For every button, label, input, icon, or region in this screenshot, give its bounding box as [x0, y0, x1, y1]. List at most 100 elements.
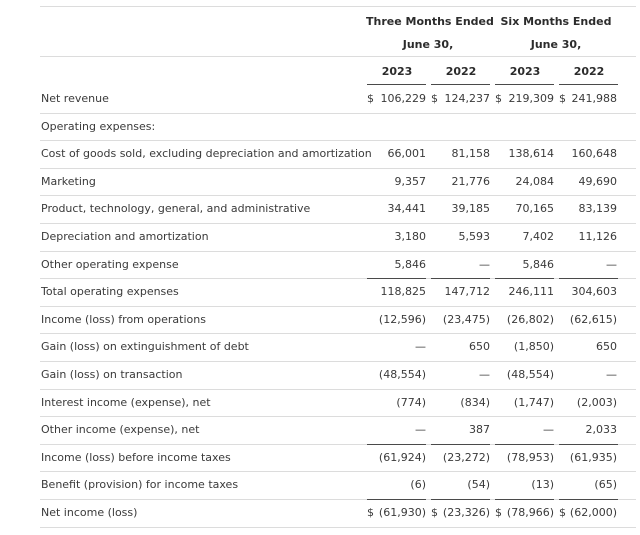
row-label: Income (loss) before income taxes	[41, 450, 231, 464]
currency-symbol: $	[495, 506, 502, 519]
value-cell: —	[543, 423, 554, 437]
table-row: Income (loss) before income taxes (61,924…	[0, 444, 640, 471]
value-cell: 83,139	[578, 202, 618, 216]
value-cell: (1,747)	[513, 395, 554, 409]
header-rule	[40, 56, 636, 57]
value-cell: 49,690	[578, 174, 618, 188]
currency-symbol: $	[431, 506, 438, 519]
subtotal-rule	[559, 443, 618, 445]
row-label: Marketing	[41, 174, 96, 188]
value-cell: (774)	[396, 395, 426, 409]
year-header: 2023	[381, 65, 413, 78]
row-label: Interest income (expense), net	[41, 395, 211, 409]
row-label: Net income (loss)	[41, 506, 138, 519]
value-cell: 7,402	[522, 230, 555, 243]
value-cell: (12,596)	[378, 312, 426, 326]
value-cell: (54)	[467, 478, 490, 492]
value-cell: 70,165	[515, 202, 555, 216]
value-cell: —	[415, 423, 426, 437]
value-cell: 5,846	[522, 257, 555, 271]
value-cell: —	[479, 368, 490, 381]
value-cell: 650	[469, 340, 490, 354]
row-label: Income (loss) from operations	[41, 312, 206, 326]
value-cell: —	[606, 257, 617, 271]
row-label: Operating expenses:	[41, 119, 156, 133]
row-label: Gain (loss) on transaction	[41, 368, 183, 381]
value-cell: (1,850)	[513, 340, 554, 354]
currency-symbol: $	[559, 92, 566, 105]
value-cell: 39,185	[451, 202, 491, 216]
subtotal-rule	[495, 278, 554, 280]
subtotal-rule	[431, 278, 490, 280]
value-cell: 9,357	[394, 174, 427, 188]
value-cell: (6)	[410, 478, 426, 492]
currency-symbol: $	[431, 92, 438, 105]
value-cell: 304,603	[571, 285, 618, 299]
value-cell: 160,648	[571, 147, 618, 161]
value-cell: 34,441	[387, 202, 427, 216]
subtotal-rule	[431, 499, 490, 500]
subtotal-rule	[559, 499, 618, 500]
row-label: Cost of goods sold, excluding depreciati…	[41, 147, 372, 161]
value-cell: 11,126	[578, 230, 618, 243]
value-cell: —	[415, 340, 426, 354]
year-header: 2022	[573, 65, 605, 78]
value-cell: (23,475)	[442, 312, 490, 326]
table-row: Other operating expense 5,846 — 5,846 —	[0, 251, 640, 278]
three-months-subheader: June 30,	[402, 38, 454, 51]
row-label: Depreciation and amortization	[41, 230, 209, 243]
table-row: Other income (expense), net — 387 — 2,033	[0, 416, 640, 443]
table-row: Benefit (provision) for income taxes (6) (…	[0, 471, 640, 498]
value-cell: (61,930)	[378, 506, 426, 519]
value-cell: (61,935)	[569, 450, 617, 464]
value-cell: 118,825	[380, 285, 427, 299]
row-label: Other operating expense	[41, 257, 179, 271]
value-cell: 387	[469, 423, 490, 437]
subtotal-rule	[431, 443, 490, 445]
value-cell: 124,237	[444, 92, 491, 105]
subtotal-rule	[367, 499, 426, 500]
subtotal-rule	[367, 443, 426, 445]
value-cell: 3,180	[394, 230, 427, 243]
three-months-header: Three Months Ended	[366, 15, 494, 28]
value-cell: (48,554)	[378, 368, 426, 381]
row-divider	[40, 526, 636, 528]
value-cell: 650	[596, 340, 617, 354]
row-label: Other income (expense), net	[41, 423, 200, 437]
value-cell: 106,229	[380, 92, 427, 105]
value-cell: 21,776	[451, 174, 491, 188]
currency-symbol: $	[367, 506, 374, 519]
subtotal-rule	[367, 278, 426, 280]
row-label: Total operating expenses	[41, 285, 179, 299]
table-row: Gain (loss) on extinguishment of debt — 65…	[0, 333, 640, 360]
table-row: Cost of goods sold, excluding depreciati…	[0, 140, 640, 167]
table-top-rule	[40, 6, 636, 7]
value-cell: (61,924)	[378, 450, 426, 464]
value-cell: (78,966)	[506, 506, 554, 519]
subtotal-rule	[495, 443, 554, 445]
value-cell: 81,158	[451, 147, 491, 161]
six-months-subheader: June 30,	[530, 38, 582, 51]
currency-symbol: $	[559, 506, 566, 519]
value-cell: (26,802)	[506, 312, 554, 326]
value-cell: (62,615)	[569, 312, 617, 326]
row-label: Benefit (provision) for income taxes	[41, 478, 239, 492]
currency-symbol: $	[495, 92, 502, 105]
value-cell: (2,003)	[576, 395, 617, 409]
value-cell: (13)	[531, 478, 554, 492]
value-cell: 24,084	[515, 174, 555, 188]
table-row: Net revenue $106,229 $124,237 $219,309 $241,…	[0, 85, 640, 112]
value-cell: —	[606, 368, 617, 381]
value-cell: (23,326)	[442, 506, 490, 519]
table-row: Net income (loss) $ (61,930) $ (23,326) $ (78,…	[0, 499, 640, 526]
table-row: Marketing 9,357 21,776 24,084 49,690	[0, 168, 640, 195]
value-cell: 241,988	[571, 92, 618, 105]
value-cell: 138,614	[508, 147, 555, 161]
value-cell: 5,593	[458, 230, 491, 243]
value-cell: (23,272)	[442, 450, 490, 464]
subtotal-rule	[495, 499, 554, 500]
value-cell: (62,000)	[569, 506, 617, 519]
row-label: Net revenue	[41, 92, 109, 105]
table-row: Gain (loss) on transaction (48,554) — (48,5…	[0, 361, 640, 388]
income-statement-table: Three Months Ended June 30, Six Months E…	[0, 0, 640, 535]
